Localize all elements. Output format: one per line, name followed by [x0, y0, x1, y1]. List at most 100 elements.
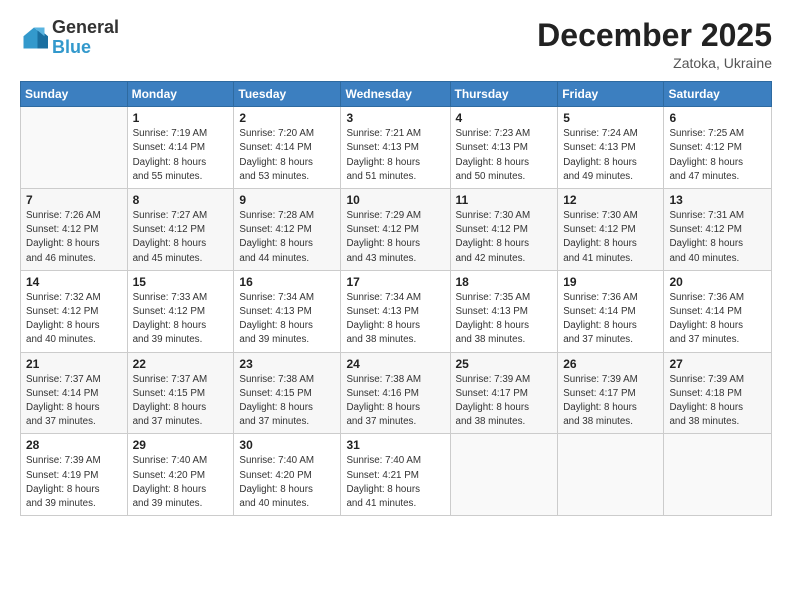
table-row: 28 Sunrise: 7:39 AMSunset: 4:19 PMDayligh…	[21, 434, 128, 516]
day-number: 12	[563, 193, 658, 207]
table-row: 20 Sunrise: 7:36 AMSunset: 4:14 PMDayligh…	[664, 270, 772, 352]
table-row: 7Sunrise: 7:26 AMSunset: 4:12 PMDaylight…	[21, 189, 128, 271]
table-row: 25Sunrise: 7:39 AMSunset: 4:17 PMDayligh…	[450, 352, 558, 434]
day-number: 2	[239, 111, 335, 125]
calendar-week-row: 14 Sunrise: 7:32 AMSunset: 4:12 PMDayligh…	[21, 270, 772, 352]
day-number: 19	[563, 275, 658, 289]
table-row: 23Sunrise: 7:38 AMSunset: 4:15 PMDayligh…	[234, 352, 341, 434]
col-friday: Friday	[558, 82, 664, 107]
day-info: Sunrise: 7:38 AMSunset: 4:16 PMDaylight:…	[346, 373, 444, 430]
day-number: 28	[26, 438, 122, 452]
col-tuesday: Tuesday	[234, 82, 341, 107]
table-row: 11 Sunrise: 7:30 AMSunset: 4:12 PMDayligh…	[450, 189, 558, 271]
location: Zatoka, Ukraine	[537, 55, 772, 71]
table-row: 21 Sunrise: 7:37 AMSunset: 4:14 PMDayligh…	[21, 352, 128, 434]
calendar-header-row: Sunday Monday Tuesday Wednesday Thursday…	[21, 82, 772, 107]
table-row: 30Sunrise: 7:40 AMSunset: 4:20 PMDayligh…	[234, 434, 341, 516]
day-info: Sunrise: 7:31 AMSunset: 4:12 PMDaylight:…	[669, 209, 766, 266]
calendar-table: Sunday Monday Tuesday Wednesday Thursday…	[20, 81, 772, 516]
day-number: 29	[133, 438, 229, 452]
day-number: 6	[669, 111, 766, 125]
col-monday: Monday	[127, 82, 234, 107]
day-info: Sunrise: 7:40 AMSunset: 4:21 PMDaylight:…	[346, 454, 444, 511]
table-row: 26 Sunrise: 7:39 AMSunset: 4:17 PMDayligh…	[558, 352, 664, 434]
day-info: Sunrise: 7:40 AMSunset: 4:20 PMDaylight:…	[239, 454, 335, 511]
day-info: Sunrise: 7:34 AMSunset: 4:13 PMDaylight:…	[346, 291, 444, 348]
day-number: 20	[669, 275, 766, 289]
day-info: Sunrise: 7:23 AMSunset: 4:13 PMDaylight:…	[456, 127, 553, 184]
day-number: 14	[26, 275, 122, 289]
table-row: 5Sunrise: 7:24 AMSunset: 4:13 PMDaylight…	[558, 107, 664, 189]
day-number: 21	[26, 357, 122, 371]
calendar-week-row: 1 Sunrise: 7:19 AMSunset: 4:14 PMDaylight…	[21, 107, 772, 189]
day-info: Sunrise: 7:32 AMSunset: 4:12 PMDaylight:…	[26, 291, 122, 348]
table-row: 12 Sunrise: 7:30 AMSunset: 4:12 PMDayligh…	[558, 189, 664, 271]
logo-icon	[20, 24, 48, 52]
day-number: 10	[346, 193, 444, 207]
day-info: Sunrise: 7:30 AMSunset: 4:12 PMDaylight:…	[563, 209, 658, 266]
table-row: 1 Sunrise: 7:19 AMSunset: 4:14 PMDaylight…	[127, 107, 234, 189]
table-row: 14 Sunrise: 7:32 AMSunset: 4:12 PMDayligh…	[21, 270, 128, 352]
table-row: 17 Sunrise: 7:34 AMSunset: 4:13 PMDayligh…	[341, 270, 450, 352]
day-number: 11	[456, 193, 553, 207]
day-number: 4	[456, 111, 553, 125]
col-thursday: Thursday	[450, 82, 558, 107]
day-info: Sunrise: 7:40 AMSunset: 4:20 PMDaylight:…	[133, 454, 229, 511]
day-number: 26	[563, 357, 658, 371]
day-number: 8	[133, 193, 229, 207]
day-info: Sunrise: 7:25 AMSunset: 4:12 PMDaylight:…	[669, 127, 766, 184]
logo: General Blue	[20, 18, 119, 58]
day-info: Sunrise: 7:39 AMSunset: 4:17 PMDaylight:…	[563, 373, 658, 430]
table-row: 3 Sunrise: 7:21 AMSunset: 4:13 PMDaylight…	[341, 107, 450, 189]
day-number: 31	[346, 438, 444, 452]
day-info: Sunrise: 7:28 AMSunset: 4:12 PMDaylight:…	[239, 209, 335, 266]
day-number: 9	[239, 193, 335, 207]
table-row: 22 Sunrise: 7:37 AMSunset: 4:15 PMDayligh…	[127, 352, 234, 434]
col-sunday: Sunday	[21, 82, 128, 107]
table-row: 13Sunrise: 7:31 AMSunset: 4:12 PMDayligh…	[664, 189, 772, 271]
day-info: Sunrise: 7:37 AMSunset: 4:15 PMDaylight:…	[133, 373, 229, 430]
table-row: 27 Sunrise: 7:39 AMSunset: 4:18 PMDayligh…	[664, 352, 772, 434]
day-info: Sunrise: 7:27 AMSunset: 4:12 PMDaylight:…	[133, 209, 229, 266]
day-info: Sunrise: 7:39 AMSunset: 4:18 PMDaylight:…	[669, 373, 766, 430]
day-info: Sunrise: 7:37 AMSunset: 4:14 PMDaylight:…	[26, 373, 122, 430]
day-info: Sunrise: 7:38 AMSunset: 4:15 PMDaylight:…	[239, 373, 335, 430]
day-number: 17	[346, 275, 444, 289]
col-saturday: Saturday	[664, 82, 772, 107]
day-number: 1	[133, 111, 229, 125]
page: General Blue December 2025 Zatoka, Ukrai…	[0, 0, 792, 612]
table-row: 24 Sunrise: 7:38 AMSunset: 4:16 PMDayligh…	[341, 352, 450, 434]
day-info: Sunrise: 7:19 AMSunset: 4:14 PMDaylight:…	[133, 127, 229, 184]
day-number: 16	[239, 275, 335, 289]
day-info: Sunrise: 7:36 AMSunset: 4:14 PMDaylight:…	[669, 291, 766, 348]
table-row: 8 Sunrise: 7:27 AMSunset: 4:12 PMDaylight…	[127, 189, 234, 271]
calendar-week-row: 7Sunrise: 7:26 AMSunset: 4:12 PMDaylight…	[21, 189, 772, 271]
day-number: 3	[346, 111, 444, 125]
day-number: 7	[26, 193, 122, 207]
calendar-week-row: 21 Sunrise: 7:37 AMSunset: 4:14 PMDayligh…	[21, 352, 772, 434]
col-wednesday: Wednesday	[341, 82, 450, 107]
logo-general-text: General	[52, 18, 119, 38]
table-row	[558, 434, 664, 516]
day-info: Sunrise: 7:39 AMSunset: 4:19 PMDaylight:…	[26, 454, 122, 511]
table-row: 29 Sunrise: 7:40 AMSunset: 4:20 PMDayligh…	[127, 434, 234, 516]
day-number: 24	[346, 357, 444, 371]
day-number: 22	[133, 357, 229, 371]
day-info: Sunrise: 7:35 AMSunset: 4:13 PMDaylight:…	[456, 291, 553, 348]
table-row: 4 Sunrise: 7:23 AMSunset: 4:13 PMDaylight…	[450, 107, 558, 189]
table-row: 2Sunrise: 7:20 AMSunset: 4:14 PMDaylight…	[234, 107, 341, 189]
day-number: 15	[133, 275, 229, 289]
month-title: December 2025	[537, 18, 772, 53]
day-info: Sunrise: 7:34 AMSunset: 4:13 PMDaylight:…	[239, 291, 335, 348]
calendar-week-row: 28 Sunrise: 7:39 AMSunset: 4:19 PMDayligh…	[21, 434, 772, 516]
day-number: 27	[669, 357, 766, 371]
table-row: 10Sunrise: 7:29 AMSunset: 4:12 PMDayligh…	[341, 189, 450, 271]
table-row	[664, 434, 772, 516]
day-info: Sunrise: 7:30 AMSunset: 4:12 PMDaylight:…	[456, 209, 553, 266]
day-info: Sunrise: 7:21 AMSunset: 4:13 PMDaylight:…	[346, 127, 444, 184]
table-row: 16 Sunrise: 7:34 AMSunset: 4:13 PMDayligh…	[234, 270, 341, 352]
table-row: 31 Sunrise: 7:40 AMSunset: 4:21 PMDayligh…	[341, 434, 450, 516]
table-row: 18Sunrise: 7:35 AMSunset: 4:13 PMDayligh…	[450, 270, 558, 352]
table-row: 19Sunrise: 7:36 AMSunset: 4:14 PMDayligh…	[558, 270, 664, 352]
header: General Blue December 2025 Zatoka, Ukrai…	[20, 18, 772, 71]
